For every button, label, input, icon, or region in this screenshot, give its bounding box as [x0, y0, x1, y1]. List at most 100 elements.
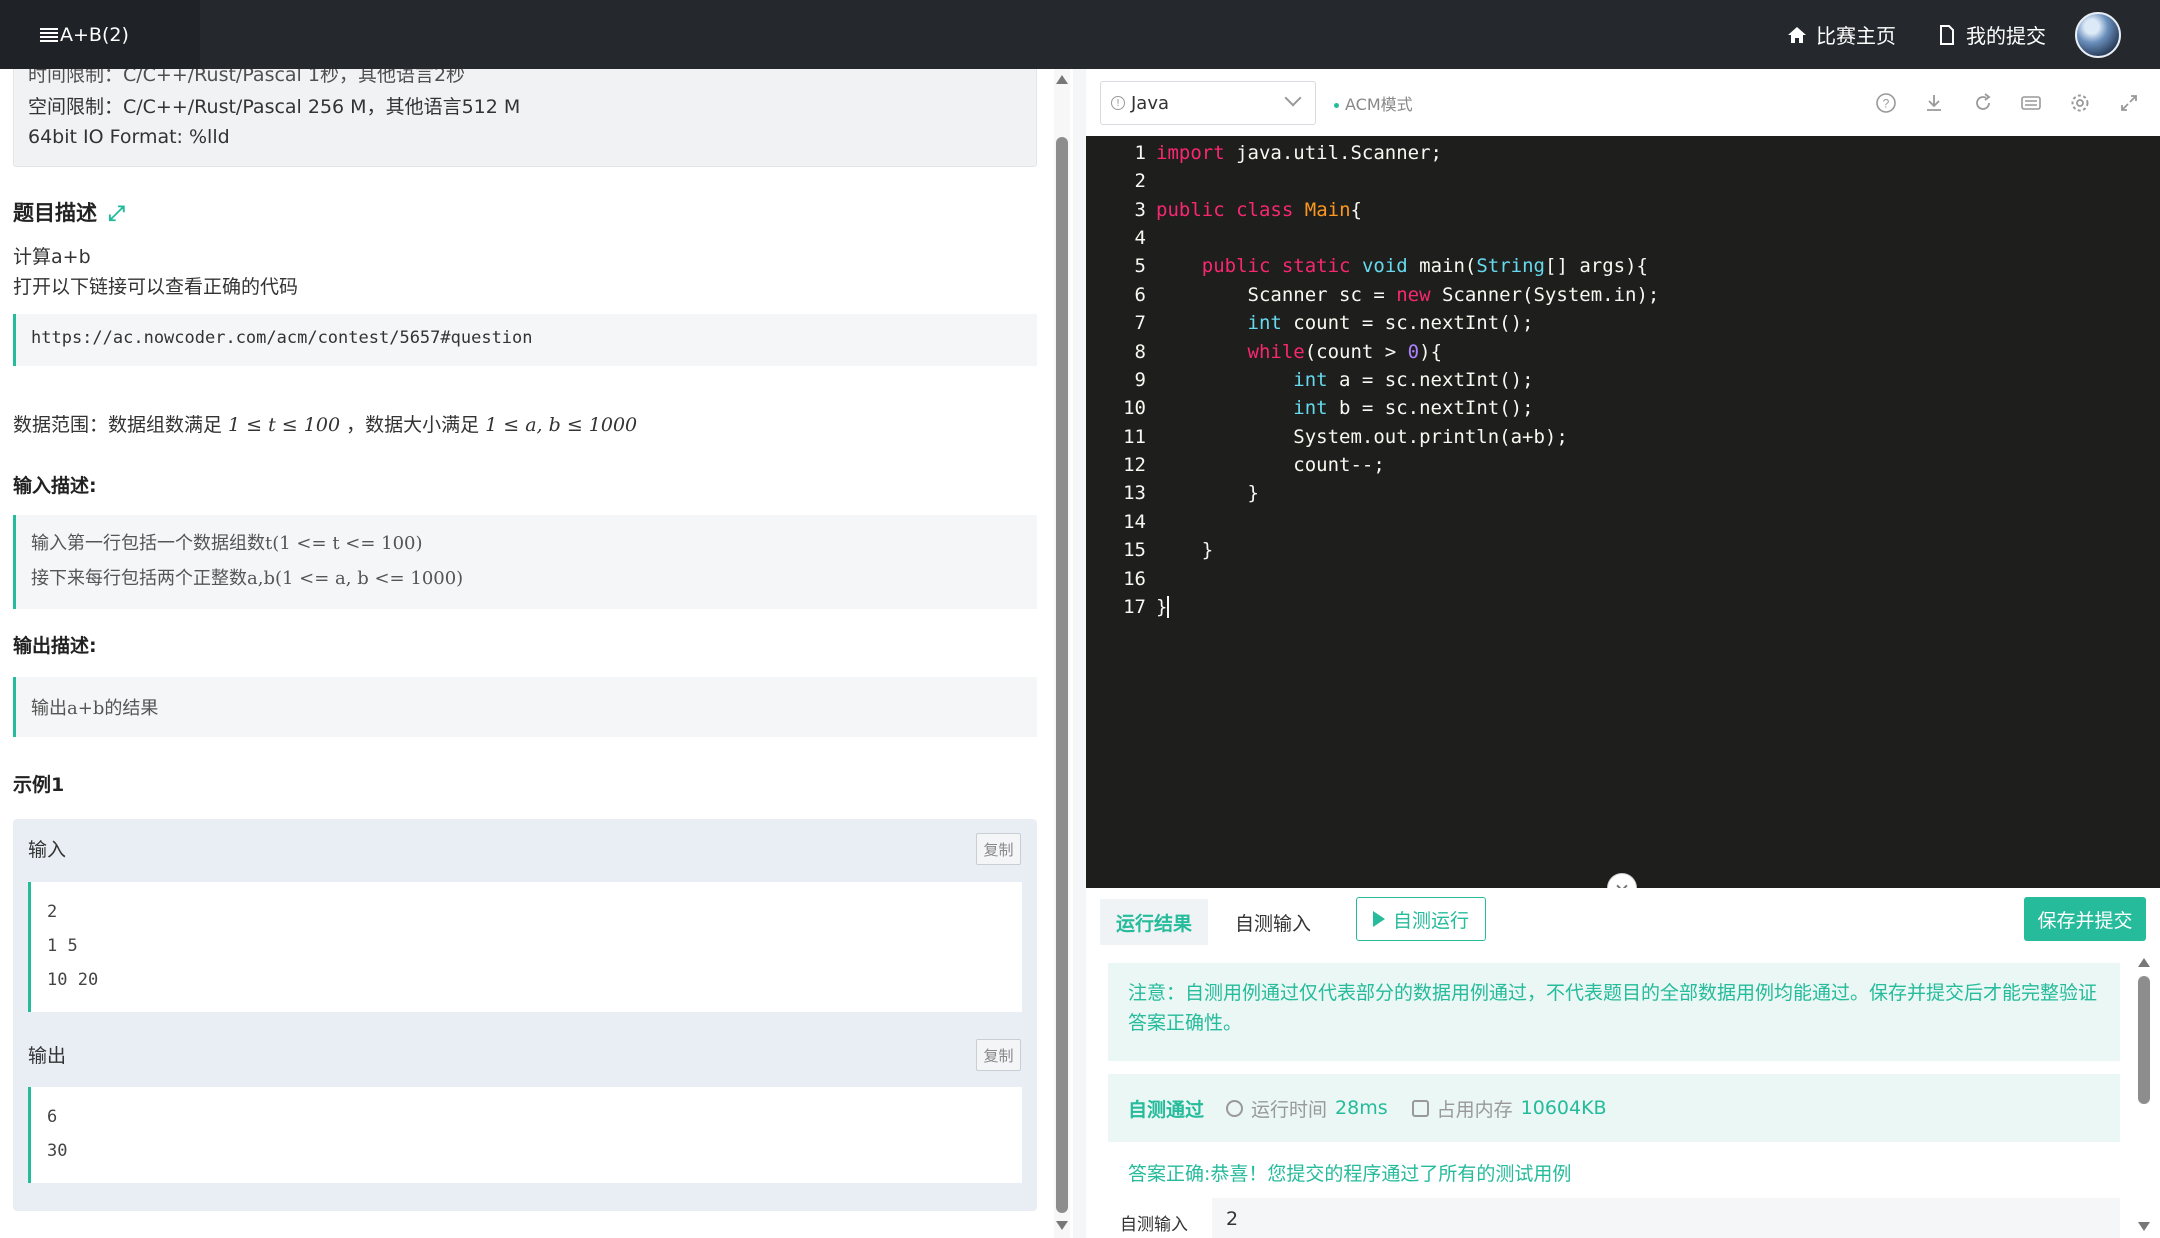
expand-icon[interactable]: ⤢	[108, 201, 125, 226]
scroll-thumb[interactable]	[1056, 137, 1068, 1213]
nav-my-submissions-label: 我的提交	[1966, 24, 2046, 48]
output-description: 输出a+b的结果	[13, 677, 1037, 737]
line-number: 4	[1134, 227, 1146, 249]
editor-toolbar: ! Java ACM模式 ?	[1086, 69, 2160, 136]
range-math-ab: 1 ≤ a, b ≤ 1000	[485, 414, 638, 436]
nav-contest-home[interactable]: 比赛主页	[1786, 0, 1896, 69]
nav-my-submissions[interactable]: 我的提交	[1936, 0, 2046, 69]
tab-run-result[interactable]: 运行结果	[1100, 899, 1208, 945]
range-math-t: 1 ≤ t ≤ 100	[228, 414, 341, 436]
range-prefix: 数据范围：数据组数满足	[13, 414, 229, 436]
code-editor[interactable]: 1 import java.util.Scanner; 2 3 public cla…	[1086, 136, 2160, 888]
problem-tab[interactable]: A+B(2)	[0, 0, 200, 69]
line-number: 11	[1123, 426, 1146, 448]
code-line: 11 System.out.println(a+b);	[1086, 426, 1568, 454]
nav-contest-home-label: 比赛主页	[1816, 24, 1896, 48]
result-scrollbar[interactable]	[2136, 950, 2152, 1238]
play-icon	[1372, 911, 1385, 927]
contest-link[interactable]: https://ac.nowcoder.com/acm/contest/5657…	[31, 328, 533, 348]
run-time-label: 运行时间	[1251, 1098, 1328, 1121]
scroll-up-arrow[interactable]	[1056, 75, 1068, 84]
result-panel: 注意：自测用例通过仅代表部分的数据用例通过，不代表题目的全部数据用例均能通过。保…	[1086, 950, 2160, 1238]
line-number: 5	[1134, 255, 1146, 277]
copy-input-button[interactable]: 复制	[976, 833, 1021, 865]
code-line: 17}	[1086, 596, 1170, 624]
example-input-label: 输入	[28, 839, 67, 861]
code-line: 9 int a = sc.nextInt();	[1086, 369, 1534, 397]
info-icon: !	[1111, 96, 1125, 110]
line-number: 15	[1123, 539, 1146, 561]
problem-panel: 时间限制：C/C++/Rust/Pascal 1秒，其他语言2秒 空间限制：C/…	[0, 69, 1060, 1238]
input-line: 接下来每行包括两个正整数a,b(1 <= a, b <= 1000)	[31, 568, 464, 589]
help-icon[interactable]: ?	[1874, 91, 1898, 115]
left-scrollbar[interactable]	[1054, 69, 1070, 1238]
range-middle: ，数据大小满足	[340, 414, 486, 436]
code-line: 14	[1086, 511, 1156, 539]
avatar[interactable]	[2075, 12, 2121, 58]
self-input-value: 2	[1212, 1198, 2120, 1238]
tab-self-input[interactable]: 自测输入	[1220, 899, 1326, 945]
svg-text:?: ?	[1883, 97, 1890, 111]
input-line: 输入第一行包括一个数据组数t(1 <= t <= 100)	[31, 533, 423, 554]
scroll-down-arrow[interactable]	[2138, 1222, 2150, 1231]
code-line: 8 while(count > 0){	[1086, 341, 1442, 369]
code-line: 5 public static void main(String[] args)…	[1086, 255, 1648, 283]
settings-icon[interactable]	[2068, 91, 2092, 115]
line-number: 7	[1134, 312, 1146, 334]
run-time-value: 28ms	[1335, 1097, 1388, 1119]
text-cursor	[1167, 596, 1170, 618]
line-number: 2	[1134, 170, 1146, 192]
example-input-line: 2	[47, 902, 58, 922]
self-run-button[interactable]: 自测运行	[1356, 897, 1486, 941]
top-bar: A+B(2) 比赛主页 我的提交	[0, 0, 2160, 69]
description-heading: 题目描述 ⤢	[13, 197, 125, 227]
input-heading: 输入描述:	[13, 475, 97, 497]
description-title: 题目描述	[13, 201, 97, 225]
language-select[interactable]: ! Java	[1100, 81, 1316, 125]
time-limit: 时间限制：C/C++/Rust/Pascal 1秒，其他语言2秒	[28, 69, 466, 86]
memory-icon	[1411, 1099, 1429, 1117]
home-icon	[1786, 24, 1808, 46]
code-line: 1 import java.util.Scanner;	[1086, 142, 1442, 170]
description-line: 计算a+b	[13, 246, 91, 268]
scroll-thumb[interactable]	[2138, 976, 2150, 1104]
line-number: 12	[1123, 454, 1146, 476]
download-icon[interactable]	[1922, 91, 1946, 115]
line-number: 3	[1134, 199, 1146, 221]
correct-message: 答案正确:恭喜！您提交的程序通过了所有的测试用例	[1128, 1163, 1572, 1185]
code-line: 15 }	[1086, 539, 1213, 567]
io-format: 64bit IO Format: %lld	[28, 126, 230, 148]
example-input-box: 2 1 5 10 20	[28, 882, 1022, 1012]
memory-usage: 占用内存 10604KB	[1411, 1095, 1607, 1122]
example-input-line: 10 20	[47, 970, 99, 990]
link-block: https://ac.nowcoder.com/acm/contest/5657…	[13, 314, 1037, 366]
refresh-icon[interactable]	[1971, 91, 1995, 115]
input-description: 输入第一行包括一个数据组数t(1 <= t <= 100) 接下来每行包括两个正…	[13, 515, 1037, 609]
example-output-line: 6	[47, 1107, 58, 1127]
line-number: 14	[1123, 511, 1146, 533]
output-line: 输出a+b的结果	[31, 698, 159, 719]
panel-divider[interactable]	[1073, 69, 1086, 1238]
limits-box: 时间限制：C/C++/Rust/Pascal 1秒，其他语言2秒 空间限制：C/…	[13, 69, 1037, 167]
example-block: 输入 复制 2 1 5 10 20 输出 复制 6 30	[13, 819, 1037, 1211]
chevron-down-icon	[1284, 89, 1302, 107]
scroll-up-arrow[interactable]	[2138, 958, 2150, 967]
scroll-down-arrow[interactable]	[1056, 1221, 1068, 1230]
fullscreen-icon[interactable]	[2117, 91, 2141, 115]
code-line: 10 int b = sc.nextInt();	[1086, 397, 1533, 425]
line-number: 9	[1134, 369, 1146, 391]
output-heading: 输出描述:	[13, 635, 97, 657]
clock-icon	[1226, 1099, 1244, 1117]
line-number: 1	[1134, 142, 1146, 164]
save-submit-button[interactable]: 保存并提交	[2024, 897, 2146, 941]
code-line: 6 Scanner sc = new Scanner(System.in);	[1086, 284, 1660, 312]
code-line: 2	[1086, 170, 1156, 198]
code-line: 13 }	[1086, 482, 1259, 510]
mode-text: ACM模式	[1345, 95, 1413, 114]
mode-dot	[1334, 103, 1339, 108]
keyboard-icon[interactable]	[2019, 91, 2043, 115]
mode-label: ACM模式	[1334, 91, 1413, 115]
line-number: 8	[1134, 341, 1146, 363]
example-input-line: 1 5	[47, 936, 78, 956]
copy-output-button[interactable]: 复制	[976, 1039, 1021, 1071]
